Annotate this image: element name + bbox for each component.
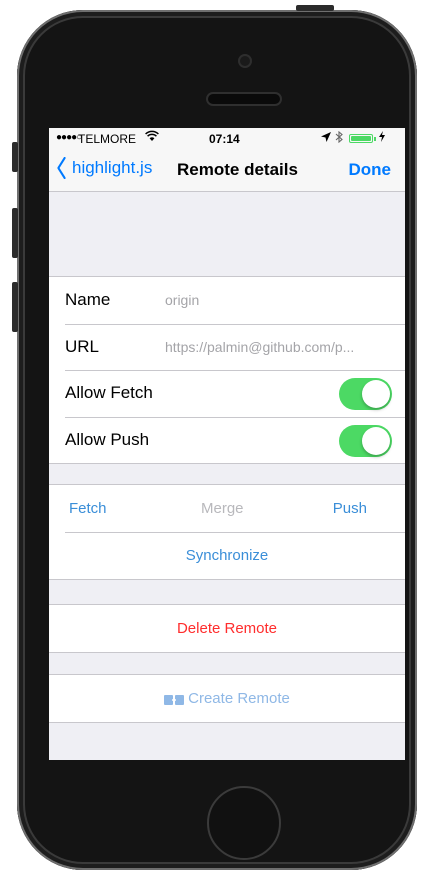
- merge-button[interactable]: Merge: [201, 500, 244, 517]
- remote-icon: [164, 693, 185, 705]
- allow-fetch-row: Allow Fetch: [49, 370, 405, 417]
- url-field[interactable]: https://palmin@github.com/p...: [165, 339, 385, 355]
- status-bar: ●●●●○ TELMORE 07:14: [49, 128, 405, 148]
- battery-cap: [374, 137, 376, 141]
- toggle-knob: [362, 426, 390, 455]
- url-label: URL: [65, 336, 100, 356]
- create-remote-button[interactable]: Create Remote: [164, 690, 290, 707]
- allow-push-label: Allow Push: [65, 429, 150, 449]
- navigation-bar: highlight.js Remote details Done: [49, 148, 405, 192]
- create-group: Create Remote: [49, 674, 405, 723]
- mute-switch: [12, 142, 18, 172]
- volume-down-button: [12, 282, 18, 332]
- fetch-merge-push-row: Fetch Merge Push: [49, 485, 405, 532]
- allow-push-row: Allow Push: [49, 416, 405, 464]
- chevron-left-icon: [57, 156, 66, 180]
- name-label: Name: [65, 290, 111, 310]
- screen: ●●●●○ TELMORE 07:14 highlight.js Remote …: [49, 128, 405, 760]
- allow-fetch-toggle[interactable]: [339, 378, 392, 410]
- charging-bolt-icon: [379, 131, 385, 145]
- synchronize-row: Synchronize: [49, 532, 405, 579]
- create-remote-label: Create Remote: [188, 690, 290, 707]
- bluetooth-icon: [335, 130, 343, 146]
- back-button-label: highlight.js: [72, 158, 153, 177]
- fetch-button[interactable]: Fetch: [69, 500, 107, 517]
- push-button[interactable]: Push: [333, 500, 367, 517]
- home-button[interactable]: [207, 786, 281, 860]
- volume-up-button: [12, 208, 18, 258]
- delete-remote-button[interactable]: Delete Remote: [177, 620, 277, 637]
- remote-details-group: Name origin URL https://palmin@github.co…: [49, 276, 405, 464]
- name-row[interactable]: Name origin: [49, 277, 405, 324]
- synchronize-button[interactable]: Synchronize: [186, 547, 269, 564]
- allow-push-toggle[interactable]: [339, 424, 392, 457]
- power-button: [296, 5, 334, 11]
- name-field[interactable]: origin: [165, 292, 385, 308]
- clock: 07:14: [209, 132, 240, 146]
- create-row: Create Remote: [49, 675, 405, 722]
- carrier-name: TELMORE: [78, 132, 137, 146]
- sync-actions-group: Fetch Merge Push Synchronize: [49, 484, 405, 580]
- url-row[interactable]: URL https://palmin@github.com/p...: [49, 323, 405, 371]
- wifi-icon: [145, 130, 159, 145]
- battery-icon: [349, 134, 373, 143]
- front-camera: [238, 54, 252, 68]
- page-title: Remote details: [177, 160, 298, 179]
- done-button[interactable]: Done: [349, 160, 392, 180]
- allow-fetch-label: Allow Fetch: [65, 383, 153, 403]
- toggle-knob: [362, 380, 390, 408]
- location-arrow-icon: [321, 131, 331, 145]
- back-button[interactable]: highlight.js: [55, 156, 153, 180]
- delete-group: Delete Remote: [49, 604, 405, 653]
- earpiece-speaker: [208, 94, 280, 104]
- delete-row: Delete Remote: [49, 605, 405, 652]
